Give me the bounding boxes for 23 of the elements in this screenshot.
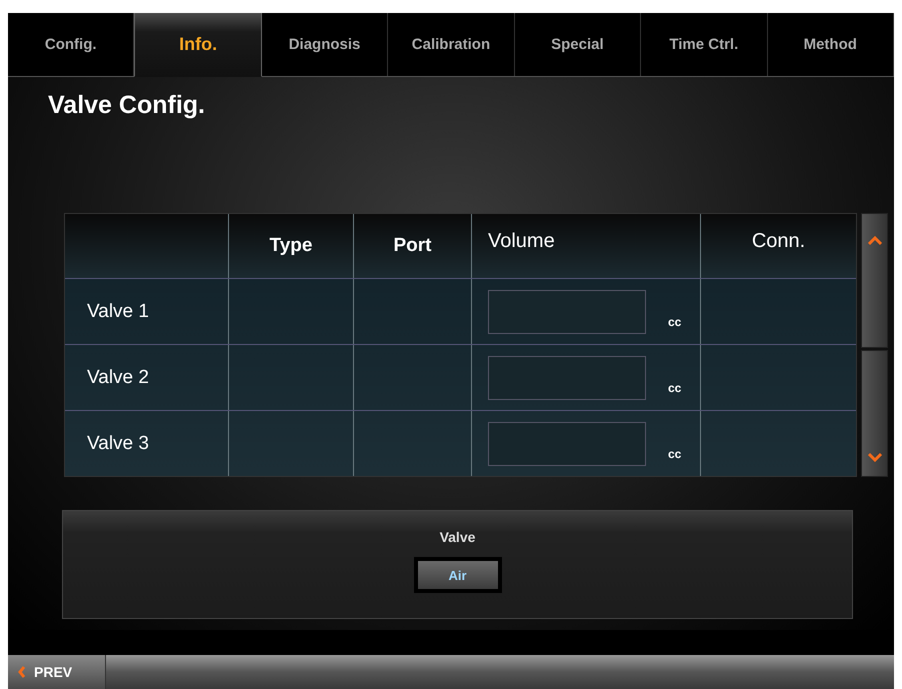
page-title: Valve Config. [48, 91, 206, 121]
air-button[interactable]: Air [414, 557, 502, 593]
volume-field[interactable] [488, 290, 646, 334]
row-label: Valve 1 [87, 300, 149, 322]
column-header: Volume [488, 230, 555, 252]
column-header: Type [270, 235, 312, 257]
unit-label: cc [668, 380, 682, 394]
row-label: Valve 2 [87, 366, 149, 388]
row-label: Valve 3 [87, 432, 149, 454]
unit-label: cc [668, 314, 682, 328]
tab[interactable]: Info. [134, 13, 262, 77]
volume-field[interactable] [488, 422, 646, 466]
chevron-left-icon [18, 666, 26, 678]
scroll-up-button[interactable] [861, 213, 888, 348]
caret-down-icon [868, 452, 882, 462]
panel-label: Valve [440, 529, 476, 545]
prev-button[interactable]: PREV [8, 655, 106, 689]
column-header: Port [394, 235, 432, 257]
caret-up-icon [868, 236, 882, 246]
unit-label: cc [668, 446, 682, 460]
column-header: Conn. [752, 230, 806, 252]
volume-field[interactable] [488, 356, 646, 400]
scroll-down-button[interactable] [861, 350, 888, 477]
